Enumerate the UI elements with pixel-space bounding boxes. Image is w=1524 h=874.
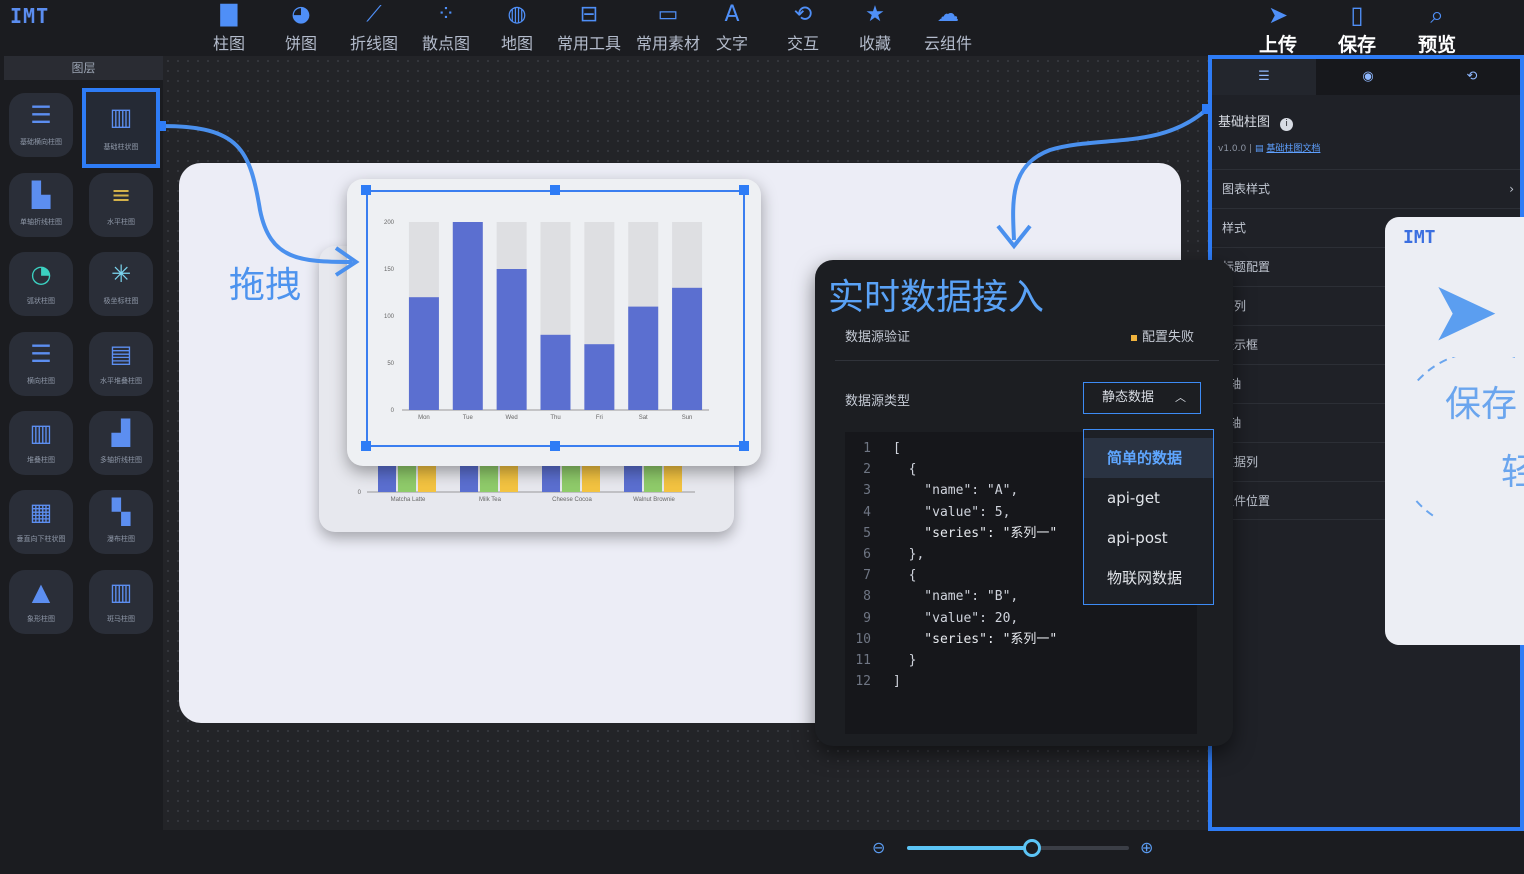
setting-row-label: 图表样式 — [1222, 182, 1271, 196]
code-line: 8 "name": "B", — [845, 586, 1018, 607]
code-text: } — [893, 653, 917, 668]
code-text: ] — [893, 674, 901, 690]
component-version: v1.0.0 | ▤ 基础柱图文档 — [1218, 141, 1320, 154]
code-text: "series": "系列一" — [893, 525, 1058, 541]
verify-label: 数据源验证 — [845, 330, 911, 345]
chevron-up-icon: ︿ — [1175, 391, 1186, 404]
divider — [835, 360, 1219, 361]
info-icon[interactable]: i — [1280, 118, 1294, 131]
share-text-2: 轻 — [1501, 452, 1524, 493]
share-card: IMT ➤ 保存 轻 — [1385, 217, 1524, 645]
code-line: 1[ — [845, 438, 901, 459]
zoom-slider[interactable] — [907, 839, 1129, 857]
drag-arrow — [161, 124, 353, 264]
line-number: 4 — [863, 504, 871, 520]
code-text: [ — [893, 441, 901, 456]
zoom-fill — [907, 846, 1033, 850]
source-type-value: 静态数据 — [1102, 390, 1155, 405]
line-number: 2 — [863, 462, 871, 478]
line-number: 11 — [855, 653, 871, 668]
component-title-text: 基础柱图 — [1218, 115, 1271, 130]
share-text: 保存 — [1445, 384, 1518, 425]
arrow-anchor-left — [156, 121, 166, 131]
panel-title: 实时数据接入 — [828, 277, 1045, 318]
code-text: }, — [893, 547, 925, 562]
code-text: "series": "系列一" — [893, 631, 1058, 647]
dropdown-option[interactable]: 简单的数据 — [1084, 438, 1213, 478]
line-number: 1 — [863, 441, 871, 456]
verify-status-text: 配置失败 — [1142, 330, 1195, 345]
panel-tabs: ☰ ◉ ⟲ — [1212, 59, 1520, 95]
line-number: 10 — [855, 631, 871, 647]
line-number: 9 — [863, 610, 871, 626]
paper-plane-icon: ➤ — [1429, 262, 1500, 360]
share-logo: IMT — [1403, 227, 1436, 248]
line-number: 7 — [863, 568, 871, 584]
status-dot — [1131, 334, 1137, 341]
code-line: 12] — [845, 671, 901, 692]
setting-row-label: 样式 — [1222, 221, 1247, 235]
code-text: "name": "A", — [893, 483, 1019, 499]
dropdown-option[interactable]: 物联网数据 — [1084, 558, 1213, 598]
code-text: { — [893, 568, 917, 584]
database-icon: ◉ — [1362, 69, 1374, 84]
interaction-icon: ⟲ — [1466, 69, 1478, 84]
zoom-in-icon[interactable]: ⊕ — [1140, 838, 1153, 857]
app-root: IMT ▇ 柱图 ◕ 饼图 ⟋ 折线图 ⁘ 散点图 ◍ 地图 ⊟ 常用工具 ▭ … — [0, 0, 1524, 874]
settings-icon: ☰ — [1258, 69, 1270, 84]
tab-interaction[interactable]: ⟲ — [1420, 59, 1524, 95]
code-text: "name": "B", — [893, 589, 1019, 605]
code-text: "value": 20, — [893, 610, 1019, 626]
line-number: 6 — [863, 547, 871, 562]
code-line: 4 "value": 5, — [845, 502, 1010, 523]
config-arrow — [1011, 108, 1208, 241]
doc-link[interactable]: 基础柱图文档 — [1266, 144, 1320, 154]
setting-row[interactable]: 图表样式 › — [1212, 169, 1520, 208]
verify-status: 配置失败 — [1131, 326, 1194, 345]
zoom-knob[interactable] — [1023, 839, 1041, 857]
code-line: 2 { — [845, 459, 916, 480]
dropdown-option[interactable]: api-get — [1084, 478, 1213, 518]
code-line: 6 }, — [845, 544, 924, 565]
line-number: 3 — [863, 483, 871, 499]
line-number: 12 — [855, 674, 871, 690]
source-type-dropdown: 简单的数据 api-get api-post 物联网数据 — [1083, 429, 1214, 605]
code-text: { — [893, 462, 917, 478]
source-type-select[interactable]: 静态数据 ︿ — [1083, 382, 1201, 414]
code-line: 5 "series": "系列一" — [845, 523, 1057, 544]
code-line: 10 "series": "系列一" — [845, 629, 1057, 650]
component-title: 基础柱图 i — [1218, 111, 1294, 131]
dropdown-option[interactable]: api-post — [1084, 518, 1213, 558]
tab-settings[interactable]: ☰ — [1212, 59, 1316, 95]
tab-data[interactable]: ◉ — [1316, 59, 1420, 95]
code-line: 7 { — [845, 565, 916, 586]
doc-icon: ▤ — [1255, 144, 1264, 154]
code-text: "value": 5, — [893, 504, 1011, 520]
version-text: v1.0.0 | — [1218, 144, 1253, 154]
line-number: 5 — [863, 525, 871, 541]
line-number: 8 — [863, 589, 871, 605]
code-line: 3 "name": "A", — [845, 480, 1018, 501]
zoom-out-icon[interactable]: ⊖ — [872, 838, 885, 857]
chevron-right-icon: › — [1509, 182, 1514, 196]
source-type-label: 数据源类型 — [845, 394, 911, 409]
code-line: 9 "value": 20, — [845, 608, 1018, 629]
code-line: 11 } — [845, 650, 916, 671]
